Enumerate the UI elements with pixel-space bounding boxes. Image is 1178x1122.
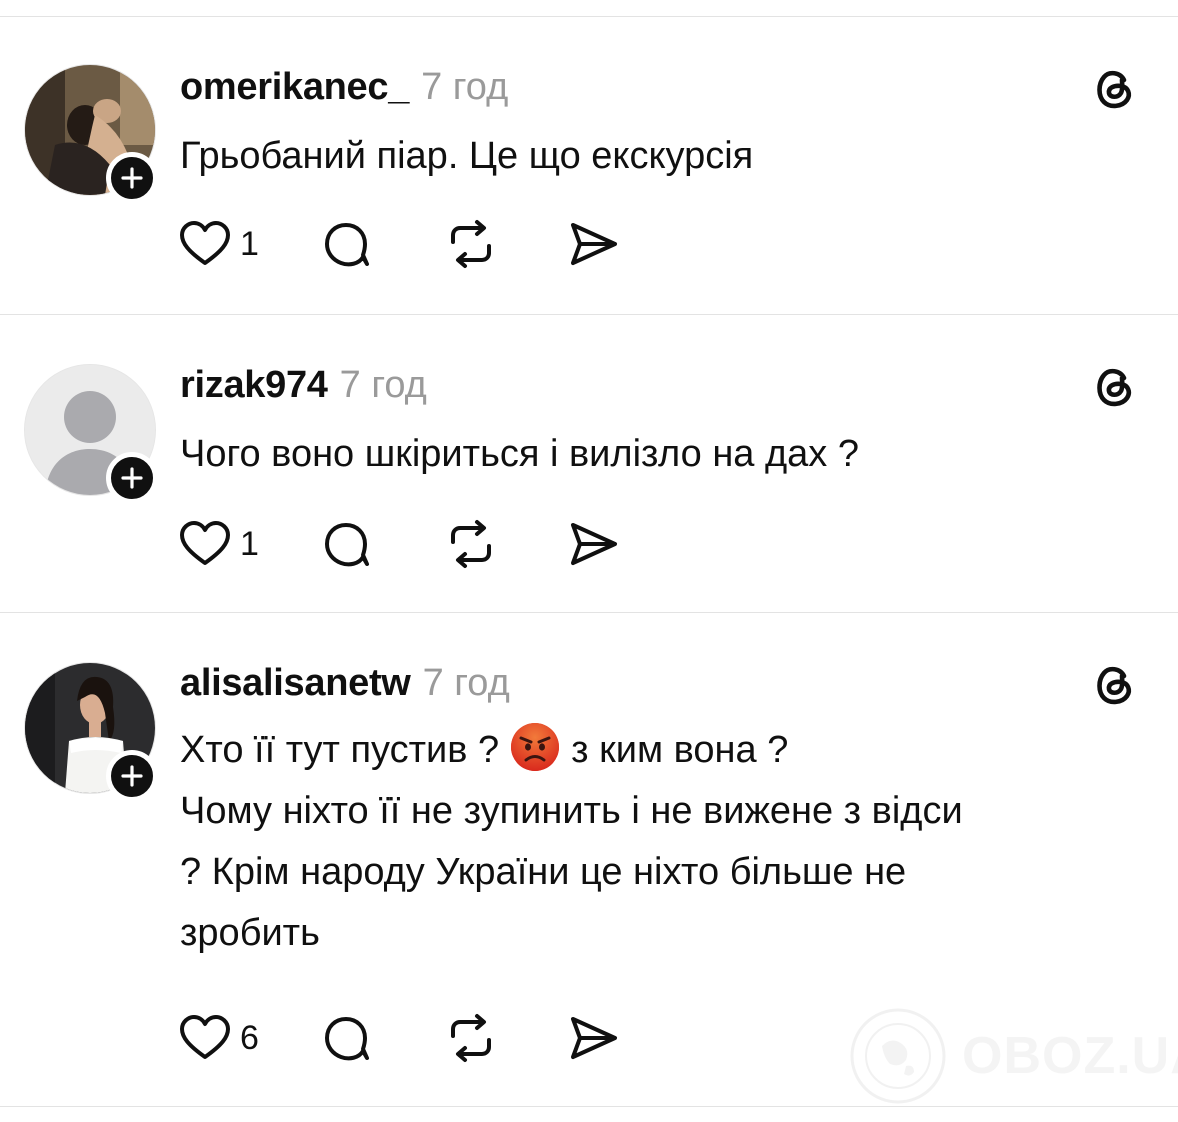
post-time: 7 год [422,662,510,704]
follow-button[interactable] [106,750,158,802]
send-paper-plane-icon [570,223,617,265]
post-time: 7 год [421,66,509,108]
username[interactable]: alisalisanetw [180,662,411,705]
send-paper-plane-icon [570,523,617,565]
plus-icon [121,167,143,189]
repost-button[interactable] [443,217,499,271]
avatar[interactable] [24,64,158,204]
send-paper-plane-icon [570,1017,617,1059]
heart-icon [180,221,230,265]
post-text: Грьобаний піар. Це що екскурсія [180,126,1155,187]
post-text-line: Хто її тут пустив ? з ким вона ? [180,720,1155,781]
angry-face-emoji-icon [511,723,560,771]
post-actions: 1 [178,516,621,572]
reply-button[interactable] [319,517,373,571]
follow-button[interactable] [106,452,158,504]
repost-button[interactable] [443,1011,499,1065]
reply-button[interactable] [319,217,373,271]
reply-button[interactable] [319,1011,373,1065]
like-count: 1 [240,524,259,563]
repost-arrows-icon [450,1014,491,1062]
post-text: Чого воно шкіриться і вилізло на дах ? [180,424,1155,485]
heart-icon [180,1015,230,1059]
watermark-text: OBOZ.UA [962,1027,1178,1085]
post-text: Хто її тут пустив ? з ким вона ? Чому ні… [180,720,1155,964]
share-button[interactable] [565,517,621,571]
threads-logo-icon[interactable] [1086,656,1142,712]
threads-logo-icon[interactable] [1086,358,1142,414]
like-count: 1 [240,224,259,263]
globe-logo-icon [850,1008,946,1104]
like-button[interactable]: 1 [178,219,259,269]
watermark: OBOZ.UA [848,1006,1178,1106]
bottom-divider [0,1106,1178,1107]
post-text-line: Чому ніхто її не зупинить і не вижене з … [180,790,963,832]
threads-logo-icon[interactable] [1086,60,1142,116]
avatar[interactable] [24,662,158,802]
like-count: 6 [240,1018,259,1057]
text-segment: Хто її тут пустив ? [180,729,500,771]
post-text-line: ? Крім народу України це ніхто більше не [180,851,907,893]
post-divider [0,612,1178,613]
follow-button[interactable] [106,152,158,204]
repost-arrows-icon [450,220,491,268]
repost-arrows-icon [450,520,491,568]
username[interactable]: rizak974 [180,364,328,407]
comment-bubble-icon [324,223,369,267]
avatar[interactable] [24,364,158,504]
post-text-line: зробить [180,912,320,954]
like-button[interactable]: 6 [178,1013,259,1063]
post-actions: 6 [178,1010,621,1066]
username[interactable]: omerikanec_ [180,66,409,109]
share-button[interactable] [565,1011,621,1065]
plus-icon [121,467,143,489]
repost-button[interactable] [443,517,499,571]
like-button[interactable]: 1 [178,519,259,569]
share-button[interactable] [565,217,621,271]
top-divider [0,16,1178,17]
text-segment: з ким вона ? [571,729,789,771]
post-actions: 1 [178,216,621,272]
plus-icon [121,765,143,787]
post-time: 7 год [339,364,427,406]
post-text-line: Чого воно шкіриться і вилізло на дах ? [180,433,859,475]
post-text-line: Грьобаний піар. Це що екскурсія [180,135,754,177]
comment-bubble-icon [324,523,369,567]
comment-bubble-icon [324,1017,369,1061]
heart-icon [180,521,230,565]
post-divider [0,314,1178,315]
